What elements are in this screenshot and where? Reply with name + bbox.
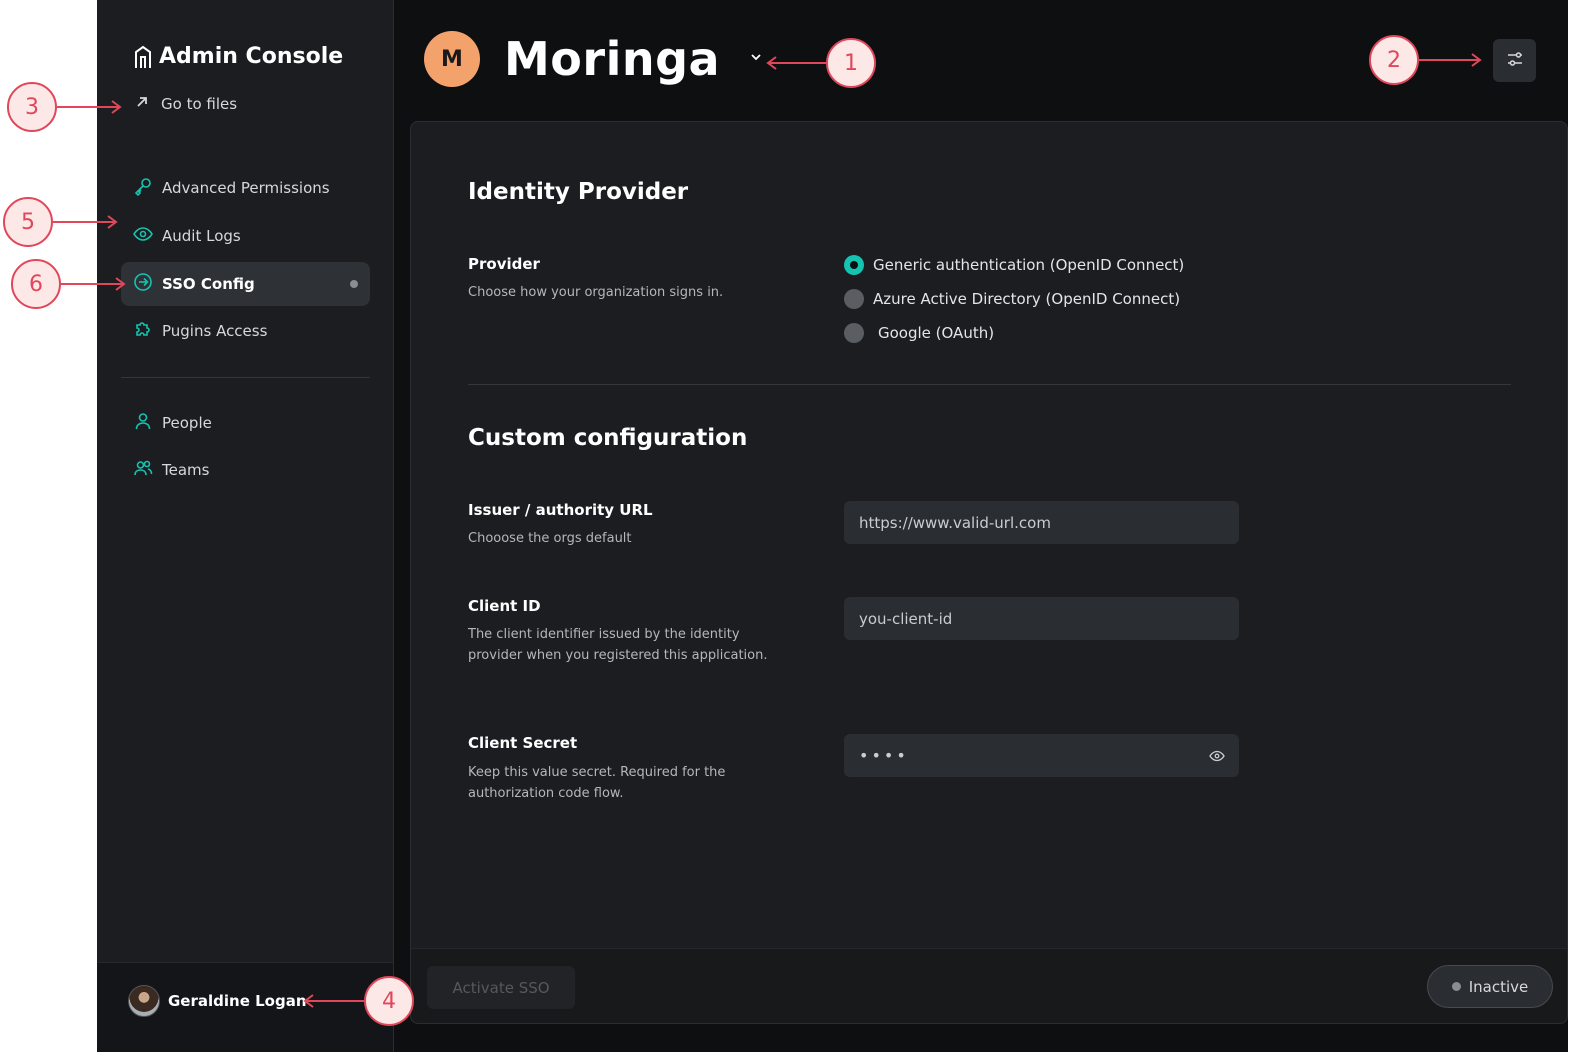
avatar	[128, 985, 160, 1017]
radio-unselected-icon	[844, 289, 864, 309]
sidebar-item-label: Teams	[162, 461, 210, 479]
workspace-name: Moringa	[504, 32, 721, 86]
eye-icon	[133, 224, 153, 248]
issuer-url-label: Issuer / authority URL	[468, 501, 653, 519]
sidebar-item-sso-config[interactable]: SSO Config	[121, 262, 370, 306]
issuer-url-input[interactable]: https://www.valid-url.com	[844, 501, 1239, 544]
sidebar-item-label: People	[162, 414, 212, 432]
radio-label: Generic authentication (OpenID Connect)	[873, 256, 1185, 274]
provider-label: Provider	[468, 255, 540, 273]
arrow-up-right-icon	[135, 95, 149, 113]
client-id-value: you-client-id	[859, 609, 953, 628]
radio-label: Azure Active Directory (OpenID Connect)	[873, 290, 1181, 308]
sidebar: Admin Console Go to files Advanced Permi…	[97, 0, 394, 1052]
callout-5: 5	[3, 197, 53, 247]
users-icon	[133, 458, 153, 482]
settings-button[interactable]	[1493, 39, 1536, 82]
brand-title: Admin Console	[159, 44, 344, 69]
custom-configuration-title: Custom configuration	[468, 425, 748, 451]
sidebar-item-people[interactable]: People	[121, 401, 370, 445]
user-bar: Geraldine Logan	[97, 962, 393, 1052]
issuer-url-value: https://www.valid-url.com	[859, 513, 1051, 532]
sso-config-panel: Identity Provider Provider Choose how yo…	[410, 121, 1568, 1024]
building-icon	[133, 45, 153, 69]
chevron-down-icon[interactable]	[748, 49, 764, 69]
workspace-switcher[interactable]: M Moringa	[424, 31, 764, 87]
radio-unselected-icon	[844, 323, 864, 343]
brand: Admin Console	[133, 44, 343, 69]
status-dot	[1451, 982, 1461, 991]
client-id-input[interactable]: you-client-id	[844, 597, 1239, 640]
client-id-help: The client identifier issued by the iden…	[468, 627, 768, 663]
provider-help: Choose how your organization signs in.	[468, 285, 724, 300]
user-name: Geraldine Logan	[168, 992, 307, 1010]
puzzle-icon	[133, 319, 153, 343]
radio-label: Google (OAuth)	[878, 324, 995, 342]
go-to-files-label: Go to files	[161, 95, 238, 113]
callout-4: 4	[364, 976, 414, 1026]
radio-google-oauth[interactable]: Google (OAuth)	[844, 323, 994, 343]
section-divider	[468, 384, 1511, 385]
workspace-avatar: M	[424, 31, 480, 87]
sidebar-item-teams[interactable]: Teams	[121, 448, 370, 492]
client-id-label: Client ID	[468, 597, 541, 615]
status-label: Inactive	[1468, 977, 1529, 996]
user-icon	[133, 411, 153, 435]
user-profile[interactable]: Geraldine Logan	[128, 985, 307, 1017]
issuer-url-help: Chooose the orgs default	[468, 531, 632, 546]
callout-6: 6	[11, 259, 61, 309]
radio-azure-ad[interactable]: Azure Active Directory (OpenID Connect)	[844, 289, 1180, 309]
show-secret-eye-icon[interactable]	[1209, 748, 1225, 767]
client-secret-label: Client Secret	[468, 734, 578, 752]
radio-generic-oidc[interactable]: Generic authentication (OpenID Connect)	[844, 255, 1184, 275]
callout-1: 1	[826, 38, 876, 88]
client-secret-help: Keep this value secret. Required for the…	[468, 765, 726, 801]
identity-provider-title: Identity Provider	[468, 179, 689, 205]
sidebar-item-label: Audit Logs	[162, 227, 241, 245]
activate-sso-button[interactable]: Activate SSO	[427, 966, 575, 1009]
status-badge: Inactive	[1427, 965, 1553, 1008]
sidebar-item-audit-logs[interactable]: Audit Logs	[121, 214, 370, 258]
key-icon	[133, 176, 153, 200]
main-area: M Moringa Identity Provider Provider Cho…	[394, 0, 1568, 1052]
client-secret-input[interactable]: ••••	[844, 734, 1239, 777]
radio-selected-icon	[844, 255, 864, 275]
client-secret-value: ••••	[859, 746, 909, 765]
sidebar-divider	[121, 377, 370, 378]
active-indicator-dot	[350, 280, 358, 288]
sidebar-item-pugins-access[interactable]: Pugins Access	[121, 309, 370, 353]
arrow-circle-icon	[133, 272, 153, 296]
sidebar-item-label: SSO Config	[162, 275, 255, 293]
sidebar-item-label: Pugins Access	[162, 322, 268, 340]
panel-footer: Activate SSO Inactive	[411, 948, 1567, 1023]
sidebar-item-advanced-permissions[interactable]: Advanced Permissions	[121, 166, 370, 210]
sliders-icon	[1506, 50, 1524, 72]
sidebar-item-label: Advanced Permissions	[162, 179, 330, 197]
callout-2: 2	[1369, 35, 1419, 85]
go-to-files-link[interactable]: Go to files	[135, 95, 237, 113]
callout-3: 3	[7, 82, 57, 132]
